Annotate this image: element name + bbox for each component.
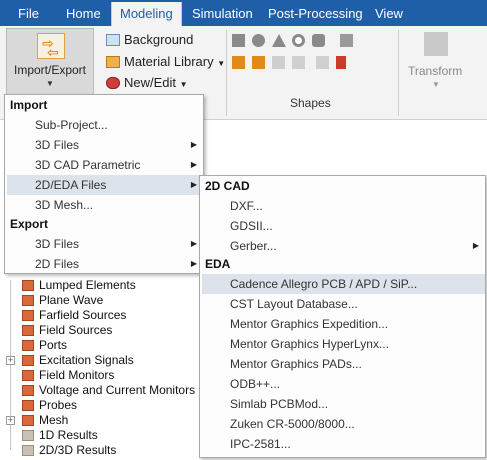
folder-icon [22, 415, 34, 426]
folder-icon [22, 430, 34, 441]
extrude-icon[interactable] [340, 34, 353, 47]
chevron-down-icon: ▼ [432, 80, 440, 89]
menu-item-dxf[interactable]: DXF... [202, 196, 485, 216]
menu-item-simlab-pcbmod[interactable]: Simlab PCBMod... [202, 394, 485, 414]
import-export-icon: ⇨ ⇦ [37, 33, 65, 59]
cone-icon[interactable] [272, 34, 286, 47]
folder-icon [22, 295, 34, 306]
shapes-group [232, 34, 392, 94]
menu-header-export: Export [10, 217, 49, 231]
folder-icon [22, 370, 34, 381]
tab-view[interactable]: View [375, 0, 403, 26]
menu-item-3d-mesh[interactable]: 3D Mesh... [7, 195, 203, 215]
import-export-menu: Import Sub-Project... 3D Files ▶ 3D CAD … [4, 94, 204, 274]
chevron-right-icon: ▶ [472, 241, 479, 250]
menu-item-mentor-hyperlynx[interactable]: Mentor Graphics HyperLynx... [202, 334, 485, 354]
menu-item-ipc-2581[interactable]: IPC-2581... [202, 434, 485, 454]
menu-item-zuken-cr[interactable]: Zuken CR-5000/8000... [202, 414, 485, 434]
tab-modeling[interactable]: Modeling [111, 2, 182, 26]
folder-icon [22, 445, 34, 456]
cylinder-icon[interactable] [312, 34, 325, 47]
folder-icon [22, 325, 34, 336]
import-export-button[interactable]: ⇨ ⇦ Import/Export ▼ [6, 28, 94, 96]
menu-header-import: Import [10, 98, 48, 112]
folder-icon [22, 385, 34, 396]
folder-icon [22, 400, 34, 411]
menu-header-2d-cad: 2D CAD [205, 179, 250, 193]
chevron-down-icon: ▼ [46, 79, 54, 88]
new-edit-icon [106, 77, 120, 89]
bend-icon[interactable] [232, 56, 245, 69]
tab-simulation[interactable]: Simulation [192, 0, 253, 26]
tab-home[interactable]: Home [66, 0, 101, 26]
background-icon [106, 34, 120, 46]
tab-file[interactable]: File [18, 0, 39, 26]
shell-icon[interactable] [252, 56, 265, 69]
menu-item-export-3d-files[interactable]: 3D Files ▶ [7, 234, 203, 254]
tab-post-processing[interactable]: Post-Processing [268, 0, 363, 26]
curve-icon[interactable] [316, 56, 329, 69]
shapes-group-label: Shapes [290, 96, 331, 110]
menu-item-3d-cad-parametric[interactable]: 3D CAD Parametric ▶ [7, 155, 203, 175]
ribbon-separator [226, 30, 227, 116]
menu-item-sub-project[interactable]: Sub-Project... [7, 115, 203, 135]
expand-icon[interactable]: + [6, 356, 15, 365]
loft-icon[interactable] [292, 56, 305, 69]
folder-icon [22, 355, 34, 366]
sphere-icon[interactable] [252, 34, 265, 47]
chevron-right-icon: ▶ [190, 259, 197, 268]
chevron-right-icon: ▶ [190, 239, 197, 248]
menu-item-mentor-expedition[interactable]: Mentor Graphics Expedition... [202, 314, 485, 334]
menu-item-export-2d-files[interactable]: 2D Files ▶ [7, 254, 203, 274]
folder-icon [22, 280, 34, 291]
eda-files-submenu: 2D CAD DXF... GDSII... Gerber... ▶ EDA C… [199, 175, 486, 458]
menu-item-2d-eda-files[interactable]: 2D/EDA Files ▶ [7, 175, 203, 195]
transform-button[interactable]: Transform [408, 64, 462, 78]
menu-item-cadence-allegro[interactable]: Cadence Allegro PCB / APD / SiP... [202, 274, 485, 294]
chevron-right-icon: ▶ [190, 140, 197, 149]
ribbon-separator [398, 30, 399, 116]
menu-item-mentor-pads[interactable]: Mentor Graphics PADs... [202, 354, 485, 374]
new-edit-label: New/Edit ▼ [124, 75, 188, 90]
torus-icon[interactable] [292, 34, 305, 47]
folder-icon [22, 310, 34, 321]
menu-item-odb[interactable]: ODB++... [202, 374, 485, 394]
material-library-label: Material Library ▼ [124, 54, 226, 69]
menu-item-cst-layout-database[interactable]: CST Layout Database... [202, 294, 485, 314]
folder-icon [22, 340, 34, 351]
menu-item-gerber[interactable]: Gerber... ▶ [202, 236, 485, 256]
blend-icon[interactable] [272, 56, 285, 69]
brick-icon[interactable] [232, 34, 245, 47]
menu-item-gdsii[interactable]: GDSII... [202, 216, 485, 236]
menu-item-import-3d-files[interactable]: 3D Files ▶ [7, 135, 203, 155]
background-label: Background [124, 32, 194, 47]
transform-icon [424, 32, 448, 56]
ribbon-tab-bar: File Home Modeling Simulation Post-Proce… [0, 0, 487, 26]
menu-header-eda: EDA [205, 257, 231, 271]
import-export-label: Import/Export [13, 63, 87, 77]
material-library-icon [106, 56, 120, 68]
expand-icon[interactable]: + [6, 416, 15, 425]
chevron-right-icon: ▶ [190, 160, 197, 169]
wire-icon[interactable] [336, 56, 346, 69]
chevron-right-icon: ▶ [190, 180, 197, 189]
